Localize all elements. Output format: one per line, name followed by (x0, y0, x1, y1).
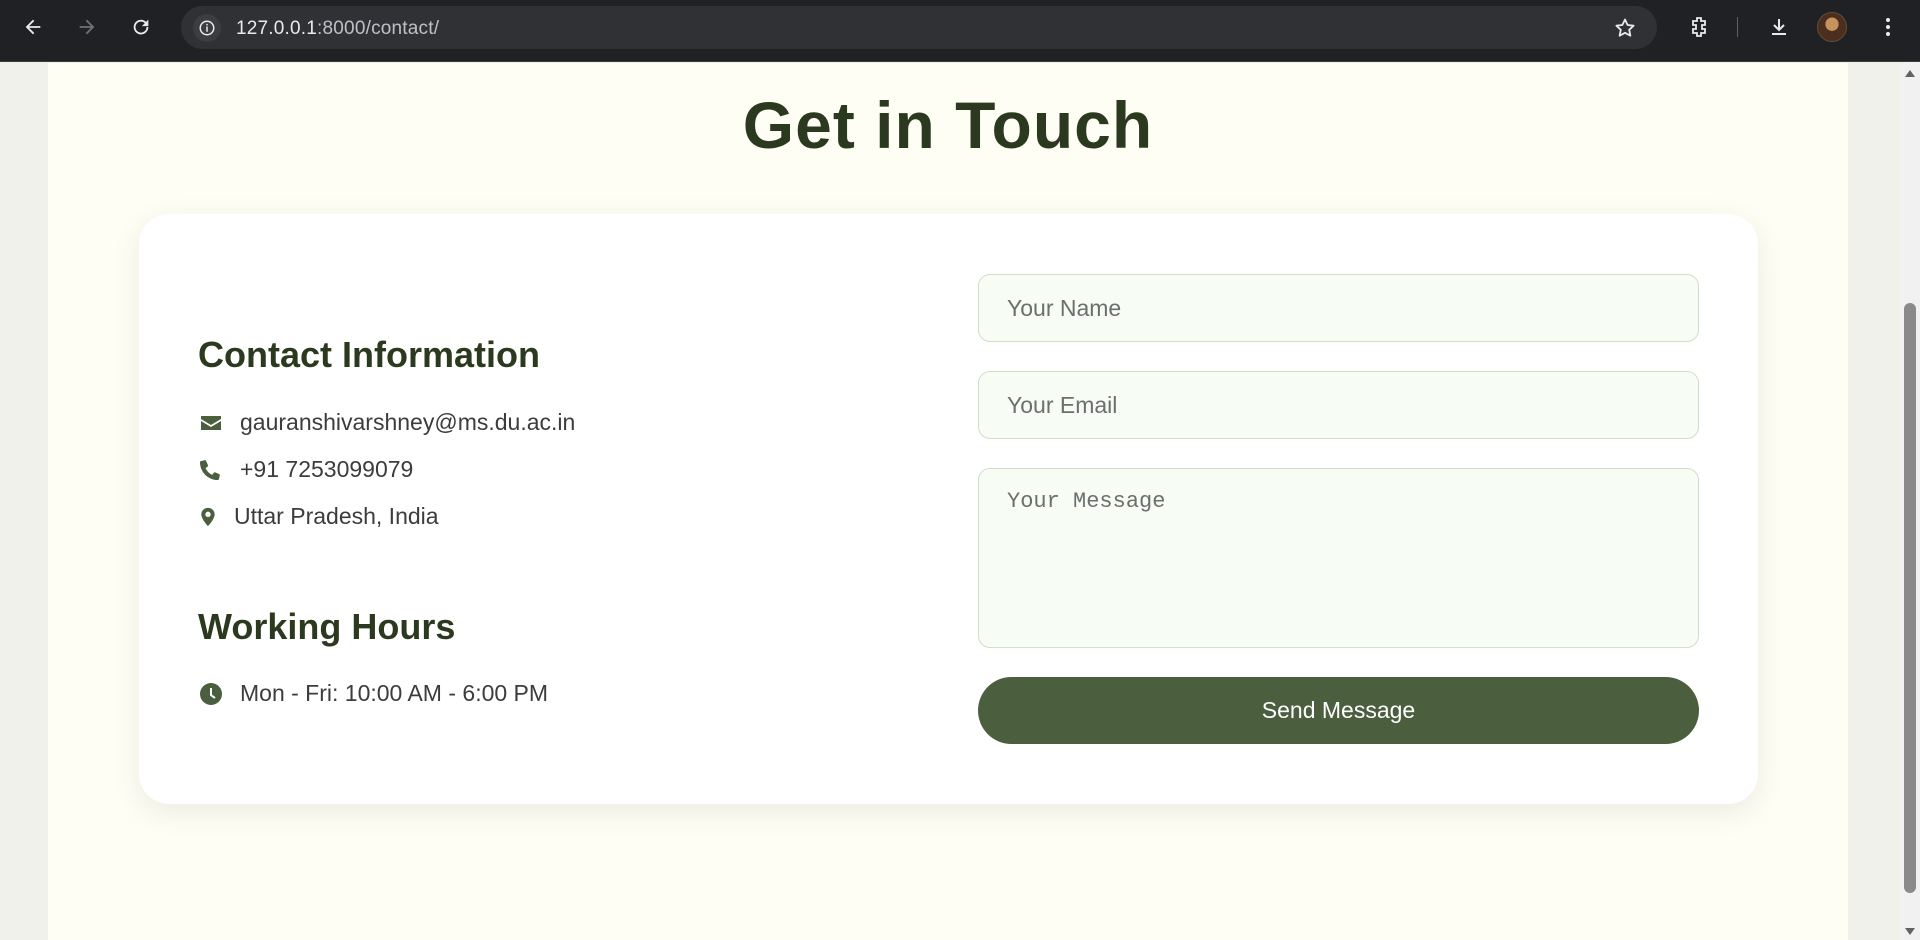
toolbar-divider (1737, 17, 1738, 37)
phone-icon (198, 457, 224, 483)
contact-info-heading: Contact Information (198, 334, 540, 375)
email-text: gauranshivarshney@ms.du.ac.in (240, 409, 576, 435)
send-message-button[interactable]: Send Message (978, 677, 1699, 744)
working-hours-heading: Working Hours (198, 606, 456, 647)
name-input[interactable] (978, 274, 1699, 342)
url-text[interactable]: 127.0.0.1:8000/contact/ (236, 18, 439, 40)
page-scrollbar[interactable] (1900, 63, 1920, 940)
hours-row: Mon - Fri: 10:00 AM - 6:00 PM (198, 680, 548, 707)
extensions-icon[interactable] (1683, 11, 1715, 43)
scrollbar-thumb[interactable] (1904, 303, 1916, 893)
profile-avatar[interactable] (1817, 12, 1847, 42)
forward-icon[interactable] (71, 11, 103, 43)
message-textarea[interactable] (978, 468, 1699, 648)
clock-icon (198, 681, 224, 707)
reload-icon[interactable] (125, 11, 157, 43)
contact-section: Get in Touch Contact Information gaurans… (48, 63, 1848, 940)
email-input[interactable] (978, 371, 1699, 439)
site-info-icon[interactable] (193, 14, 221, 42)
browser-toolbar: 127.0.0.1:8000/contact/ (0, 0, 1920, 62)
url-host: 127.0.0.1 (236, 18, 318, 39)
scroll-up-arrow-icon[interactable] (1904, 67, 1916, 79)
hours-text: Mon - Fri: 10:00 AM - 6:00 PM (240, 680, 549, 706)
location-text: Uttar Pradesh, India (234, 503, 439, 529)
scroll-down-arrow-icon[interactable] (1904, 924, 1916, 936)
phone-row: +91 7253099079 (198, 456, 413, 483)
contact-card: Contact Information gauranshivarshney@ms… (139, 214, 1758, 804)
page-title: Get in Touch (742, 88, 1154, 162)
download-icon[interactable] (1763, 11, 1795, 43)
bookmark-star-icon[interactable] (1613, 16, 1637, 45)
page-viewport: Get in Touch Contact Information gaurans… (0, 63, 1900, 940)
address-bar[interactable]: 127.0.0.1:8000/contact/ (181, 6, 1657, 49)
email-row: gauranshivarshney@ms.du.ac.in (198, 409, 575, 436)
url-path: :8000/contact/ (317, 18, 440, 39)
phone-text: +91 7253099079 (240, 456, 414, 482)
back-icon[interactable] (17, 11, 49, 43)
location-row: Uttar Pradesh, India (198, 503, 439, 530)
menu-dots-icon[interactable] (1872, 11, 1904, 43)
envelope-icon (198, 410, 224, 436)
map-pin-icon (198, 504, 218, 530)
